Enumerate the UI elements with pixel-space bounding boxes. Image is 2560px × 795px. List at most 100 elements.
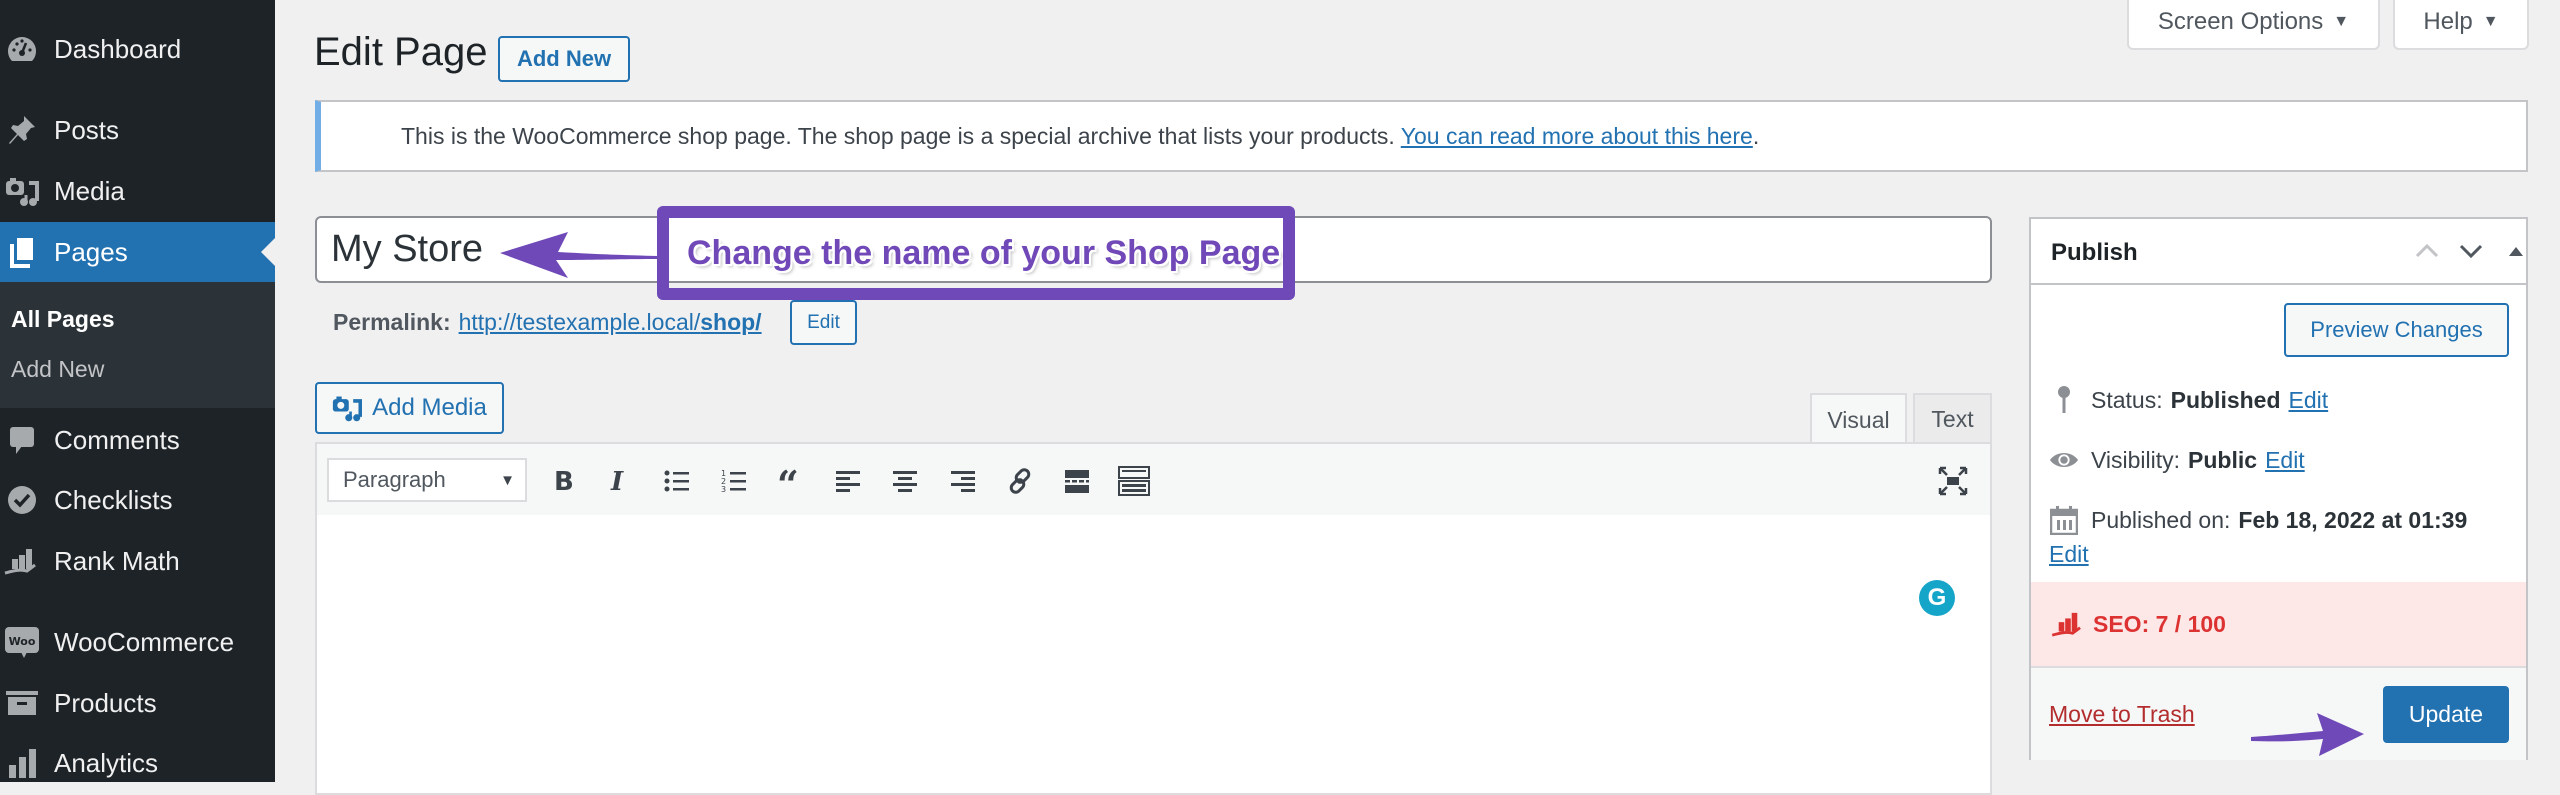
- notice-trailing: .: [1752, 122, 1760, 149]
- published-on-value: Feb 18, 2022 at 01:39: [2238, 506, 2468, 533]
- align-right-button[interactable]: [944, 462, 982, 500]
- svg-text:B: B: [554, 468, 574, 494]
- sidebar-item-label: Media: [54, 175, 125, 206]
- notice-text-wrapper: This is the WooCommerce shop page. The s…: [401, 123, 1759, 150]
- align-left-button[interactable]: [829, 462, 867, 500]
- permalink-row: Permalink: http://testexample.local/shop…: [333, 302, 762, 342]
- sidebar-item-label: WooCommerce: [54, 626, 235, 657]
- admin-sidebar: Dashboard Posts Media Pages All Pages Ad…: [0, 0, 275, 782]
- help-button[interactable]: Help ▼: [2393, 0, 2529, 50]
- sidebar-item-dashboard[interactable]: Dashboard: [0, 19, 275, 79]
- move-up-icon[interactable]: [2409, 233, 2445, 269]
- caret-down-icon: ▼: [2482, 13, 2499, 30]
- permalink-url-link[interactable]: http://testexample.local/shop/: [459, 309, 762, 336]
- numbered-list-button[interactable]: 123: [715, 462, 753, 500]
- permalink-edit-button[interactable]: Edit: [790, 300, 857, 345]
- calendar-icon: [2049, 505, 2079, 535]
- page-title: Edit Page: [314, 30, 488, 74]
- blockquote-button[interactable]: “: [772, 462, 810, 500]
- pin-icon: [4, 112, 40, 148]
- eye-icon: [2049, 445, 2079, 475]
- annotation-arrow-right-icon: [2251, 713, 2364, 756]
- link-icon: [1009, 468, 1031, 494]
- editor-content-area[interactable]: [315, 515, 1992, 795]
- visibility-row: Visibility: Public Edit: [2049, 445, 2305, 475]
- italic-icon: I: [610, 468, 624, 494]
- sidebar-item-woocommerce[interactable]: Woo WooCommerce: [0, 612, 275, 672]
- fullscreen-button[interactable]: [1934, 462, 1972, 500]
- toolbar-toggle-button[interactable]: [1115, 462, 1153, 500]
- numbered-list-icon: 123: [721, 469, 746, 494]
- italic-button[interactable]: I: [600, 462, 638, 500]
- caret-down-icon: ▼: [2333, 13, 2350, 30]
- bold-icon: B: [554, 468, 574, 494]
- tab-text[interactable]: Text: [1913, 393, 1992, 443]
- svg-text:Woo: Woo: [9, 635, 36, 648]
- pages-submenu: All Pages Add New: [0, 282, 275, 408]
- rank-math-icon: [4, 543, 40, 579]
- preview-changes-button[interactable]: Preview Changes: [2284, 303, 2509, 357]
- annotation-callout-box: Change the name of your Shop Page: [657, 206, 1295, 300]
- sidebar-item-analytics[interactable]: Analytics: [0, 733, 275, 793]
- svg-text:3: 3: [721, 485, 726, 494]
- comment-icon: [4, 422, 40, 458]
- sidebar-item-label: Dashboard: [54, 33, 182, 64]
- sidebar-item-label: Pages: [54, 236, 128, 267]
- read-more-icon: [1065, 470, 1089, 493]
- add-new-button[interactable]: Add New: [498, 36, 630, 82]
- archive-box-icon: [4, 685, 40, 721]
- media-icon: [4, 173, 40, 209]
- sidebar-item-comments[interactable]: Comments: [0, 410, 275, 470]
- sidebar-item-posts[interactable]: Posts: [0, 100, 275, 160]
- insert-link-button[interactable]: [1001, 462, 1039, 500]
- screen-options-button[interactable]: Screen Options ▼: [2127, 0, 2380, 50]
- move-down-icon[interactable]: [2453, 233, 2489, 269]
- page-title-value: My Store: [331, 228, 484, 270]
- seo-score-row[interactable]: SEO: 7 / 100: [2031, 582, 2526, 666]
- screen-options-label: Screen Options: [2157, 8, 2324, 35]
- submenu-item-all-pages[interactable]: All Pages: [11, 306, 115, 333]
- editor-toolbar: Paragraph ▼ B I 123 “: [315, 442, 1992, 517]
- publish-title: Publish: [2051, 239, 2138, 266]
- move-to-trash-link[interactable]: Move to Trash: [2049, 701, 2195, 728]
- add-media-button[interactable]: Add Media: [315, 382, 504, 434]
- pages-icon: [4, 234, 40, 270]
- help-label: Help: [2423, 8, 2473, 35]
- format-select-value: Paragraph: [343, 467, 446, 492]
- toggle-panel-icon[interactable]: [2498, 233, 2534, 269]
- permalink-label: Permalink:: [333, 308, 451, 335]
- checklist-icon: [4, 482, 40, 518]
- visibility-edit-link[interactable]: Edit: [2265, 447, 2305, 474]
- sidebar-item-checklists[interactable]: Checklists: [0, 470, 275, 530]
- align-left-icon: [836, 471, 860, 492]
- sidebar-item-media[interactable]: Media: [0, 161, 275, 221]
- notice-read-more-link[interactable]: You can read more about this here: [1401, 123, 1753, 149]
- sidebar-item-label: Comments: [54, 424, 180, 455]
- tab-visual[interactable]: Visual: [1810, 393, 1907, 445]
- add-media-label: Add Media: [372, 394, 487, 421]
- read-more-button[interactable]: [1058, 462, 1096, 500]
- align-center-button[interactable]: [886, 462, 924, 500]
- status-row: Status: Published Edit: [2049, 385, 2328, 415]
- submenu-item-add-new[interactable]: Add New: [11, 356, 104, 383]
- permalink-slug: shop/: [700, 308, 762, 335]
- pin-icon: [2049, 385, 2079, 415]
- annotation-arrow-left-icon: [500, 232, 658, 278]
- published-on-row: Published on: Feb 18, 2022 at 01:39: [2049, 505, 2467, 535]
- published-on-label: Published on:: [2091, 506, 2231, 533]
- bulleted-list-icon: [664, 470, 689, 492]
- bold-button[interactable]: B: [543, 462, 581, 500]
- published-on-edit-link[interactable]: Edit: [2049, 541, 2089, 568]
- format-select[interactable]: Paragraph ▼: [327, 458, 527, 502]
- sidebar-item-rank-math[interactable]: Rank Math: [0, 531, 275, 591]
- rank-math-icon: [2051, 611, 2085, 637]
- update-button[interactable]: Update: [2383, 686, 2509, 743]
- sidebar-item-products[interactable]: Products: [0, 673, 275, 733]
- align-right-icon: [951, 471, 975, 492]
- sidebar-item-pages[interactable]: Pages: [0, 222, 275, 282]
- grammarly-icon[interactable]: G: [1919, 580, 1955, 616]
- status-edit-link[interactable]: Edit: [2289, 387, 2329, 414]
- bulleted-list-button[interactable]: [658, 462, 696, 500]
- blockquote-icon: “: [777, 468, 799, 494]
- sidebar-item-label: Products: [54, 687, 157, 718]
